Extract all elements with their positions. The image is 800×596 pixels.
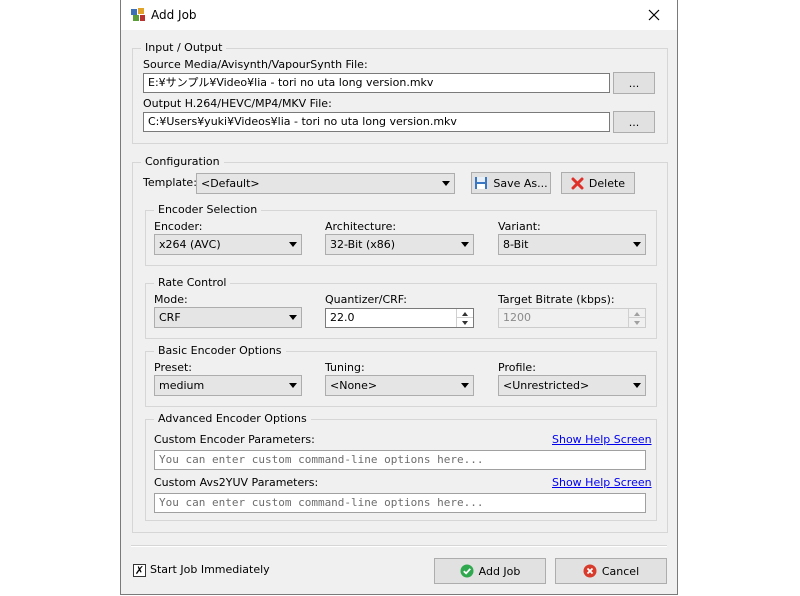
variant-value: 8-Bit bbox=[503, 238, 529, 251]
preset-label: Preset: bbox=[154, 361, 193, 374]
rate-control-legend: Rate Control bbox=[154, 276, 231, 290]
custom-encoder-input[interactable]: You can enter custom command-line option… bbox=[154, 450, 646, 470]
custom-avs-input[interactable]: You can enter custom command-line option… bbox=[154, 493, 646, 513]
add-job-button[interactable]: Add Job bbox=[434, 558, 546, 584]
chevron-down-icon bbox=[442, 181, 450, 186]
profile-label: Profile: bbox=[498, 361, 536, 374]
check-circle-icon bbox=[460, 564, 474, 578]
template-select[interactable]: <Default> bbox=[196, 173, 455, 194]
add-job-label: Add Job bbox=[478, 564, 521, 578]
input-output-legend: Input / Output bbox=[141, 41, 227, 55]
save-as-button[interactable]: Save As... bbox=[471, 172, 551, 194]
output-file-input[interactable]: C:¥Users¥yuki¥Videos¥lia - tori no uta l… bbox=[143, 112, 610, 132]
chevron-down-icon bbox=[633, 242, 641, 247]
encoder-value: x264 (AVC) bbox=[159, 238, 221, 251]
source-file-input[interactable]: E:¥サンプル¥Video¥lia - tori no uta long ver… bbox=[143, 73, 610, 93]
start-immediately-checkbox[interactable]: ✗ bbox=[133, 564, 146, 577]
template-label: Template: bbox=[143, 176, 197, 189]
preset-value: medium bbox=[159, 379, 205, 392]
spin-down-icon bbox=[628, 317, 645, 327]
delete-button[interactable]: Delete bbox=[561, 172, 635, 194]
mode-value: CRF bbox=[159, 311, 181, 324]
app-icon bbox=[131, 8, 145, 21]
chevron-down-icon bbox=[633, 383, 641, 388]
chevron-down-icon bbox=[461, 383, 469, 388]
advanced-options-legend: Advanced Encoder Options bbox=[154, 412, 311, 426]
avs-help-link[interactable]: Show Help Screen bbox=[552, 476, 652, 490]
source-browse-button[interactable]: ... bbox=[613, 72, 655, 94]
chevron-down-icon bbox=[289, 315, 297, 320]
tuning-label: Tuning: bbox=[325, 361, 365, 374]
crf-label: Quantizer/CRF: bbox=[325, 293, 407, 306]
preset-select[interactable]: medium bbox=[154, 375, 302, 396]
target-bitrate-label: Target Bitrate (kbps): bbox=[498, 293, 615, 306]
window-title: Add Job bbox=[151, 8, 197, 22]
close-button[interactable] bbox=[631, 0, 677, 30]
output-browse-button[interactable]: ... bbox=[613, 111, 655, 133]
save-as-label: Save As... bbox=[493, 176, 548, 190]
profile-value: <Unrestricted> bbox=[503, 379, 590, 392]
cancel-label: Cancel bbox=[601, 564, 640, 578]
architecture-value: 32-Bit (x86) bbox=[330, 238, 396, 251]
title-bar: Add Job bbox=[121, 0, 677, 30]
cancel-button[interactable]: Cancel bbox=[555, 558, 667, 584]
configuration-legend: Configuration bbox=[141, 155, 224, 169]
red-x-icon bbox=[571, 177, 584, 189]
mode-label: Mode: bbox=[154, 293, 188, 306]
chevron-down-icon bbox=[289, 383, 297, 388]
profile-select[interactable]: <Unrestricted> bbox=[498, 375, 646, 396]
cancel-circle-icon bbox=[583, 564, 597, 578]
footer-separator bbox=[131, 545, 667, 547]
chevron-down-icon bbox=[289, 242, 297, 247]
bitrate-value: 1200 bbox=[503, 311, 531, 324]
encoder-select[interactable]: x264 (AVC) bbox=[154, 234, 302, 255]
encoder-selection-legend: Encoder Selection bbox=[154, 203, 262, 217]
floppy-disk-icon bbox=[475, 177, 488, 189]
architecture-label: Architecture: bbox=[325, 220, 397, 233]
chevron-down-icon bbox=[461, 242, 469, 247]
spin-down-icon[interactable] bbox=[456, 317, 473, 327]
delete-label: Delete bbox=[588, 176, 626, 190]
source-file-label: Source Media/Avisynth/VapourSynth File: bbox=[143, 58, 368, 71]
encoder-help-link[interactable]: Show Help Screen bbox=[552, 433, 652, 447]
add-job-dialog: Add Job Input / Output Source Media/Avis… bbox=[120, 0, 678, 595]
close-icon bbox=[648, 9, 660, 21]
mode-select[interactable]: CRF bbox=[154, 307, 302, 328]
encoder-label: Encoder: bbox=[154, 220, 203, 233]
variant-label: Variant: bbox=[498, 220, 541, 233]
target-bitrate-spinbox: 1200 bbox=[498, 308, 646, 328]
variant-select[interactable]: 8-Bit bbox=[498, 234, 646, 255]
custom-encoder-label: Custom Encoder Parameters: bbox=[154, 433, 315, 446]
crf-spinbox[interactable]: 22.0 bbox=[325, 308, 474, 328]
tuning-select[interactable]: <None> bbox=[325, 375, 474, 396]
tuning-value: <None> bbox=[330, 379, 378, 392]
output-file-label: Output H.264/HEVC/MP4/MKV File: bbox=[143, 97, 332, 110]
start-immediately-label[interactable]: Start Job Immediately bbox=[150, 563, 270, 577]
template-value: <Default> bbox=[201, 177, 260, 190]
architecture-select[interactable]: 32-Bit (x86) bbox=[325, 234, 474, 255]
basic-options-legend: Basic Encoder Options bbox=[154, 344, 286, 358]
crf-value: 22.0 bbox=[330, 311, 355, 324]
custom-avs-label: Custom Avs2YUV Parameters: bbox=[154, 476, 319, 489]
